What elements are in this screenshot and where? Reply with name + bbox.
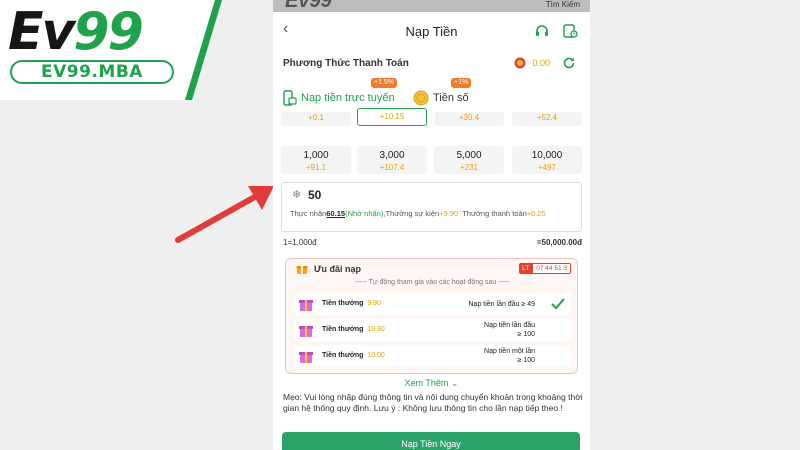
gold-coin-icon [413,90,429,106]
logo-domain: EV99.MBA [10,60,174,84]
brand-logo-area: Ev99 EV99.MBA [0,0,230,100]
amount-option[interactable]: 10,000 +497 [512,146,582,174]
reward-row: Tiền thưởng 19.90 Nạp tiền lần đầu ≥ 100 [294,319,571,341]
promo-countdown: LT 07 44 51 3 [519,263,571,274]
phone-icon [283,90,297,106]
countdown-flag: LT [519,263,533,274]
tab-digital-badge: +1% [451,78,472,88]
see-more-link[interactable]: Xem Thêm ⌄ [273,378,590,389]
deposit-sheet: ‹ Nạp Tiền Phương Thức Thanh Toán 0.00 +… [273,12,590,450]
countdown-value: 07 44 51 3 [532,263,571,274]
tab-digital-label: Tiền số [433,92,469,104]
red-pointer-arrow [175,186,274,243]
deposit-promo-panel: Ưu đãi nạp LT 07 44 51 3 ----- Tự động t… [285,258,578,374]
gift-box-icon [299,352,313,363]
tab-online-badge: +1.5% [371,78,398,88]
amount-option-selected[interactable]: +10.15 [357,108,427,126]
history-icon[interactable] [562,23,578,39]
deposit-now-button[interactable]: Nạp Tiền Ngay [282,432,580,450]
converted-total: =50,000.00đ [536,238,582,247]
wallet-balance: 0.00 [532,58,550,68]
amount-option[interactable]: +30.4 [434,112,504,126]
reward-row: Tiền thưởng 10.00 Nạp tiền một lần ≥ 100 [294,345,571,367]
receive-summary: Thực nhận60.15(Nhớ nhận),Thưởng sự kiện+… [290,209,546,218]
gift-box-icon [299,326,313,337]
exchange-rate: 1=1,000đ [283,238,317,247]
payment-method-title: Phương Thức Thanh Toán [283,58,409,69]
check-icon [551,298,565,310]
tab-online-label: Nạp tiền trực tuyến [301,92,395,104]
chevron-down-icon: ⌄ [450,378,459,388]
refresh-icon[interactable] [562,56,576,70]
gift-box-icon [299,300,313,311]
coin-icon [514,57,526,69]
amount-option[interactable]: 5,000 +231 [434,146,504,174]
gift-icon [296,266,308,274]
logo-wordmark: Ev99 [8,2,144,62]
tab-online-deposit[interactable]: Nạp tiền trực tuyến [281,88,395,108]
amount-input-value: 50 [308,188,322,202]
amount-input[interactable]: ❄ 50 Thực nhận60.15(Nhớ nhận),Thưởng sự … [281,182,582,232]
amount-option[interactable]: +52.4 [512,112,582,126]
amount-option[interactable]: 3,000 +107.4 [357,146,427,174]
phone-screen: Ev99 Tìm Kiếm ‹ Nạp Tiền Phương Thức Tha… [273,0,590,450]
snowflake-icon: ❄ [292,189,302,201]
amount-option[interactable]: +0.1 [281,112,351,126]
reward-row: Tiền thưởng 9.90 Nạp tiền lần đầu ≥ 49 [294,293,571,315]
promo-title: Ưu đãi nạp [314,264,361,274]
headset-icon[interactable] [534,23,550,39]
promo-note: ----- Tự động tham gia vào các hoạt động… [355,279,510,286]
deposit-tip: Mẹo: Vui lòng nhập đúng thông tin và nội… [283,392,583,413]
background-status-strip: Ev99 Tìm Kiếm [273,0,590,12]
background-search-link: Tìm Kiếm [545,0,580,9]
tab-digital-currency[interactable]: Tiền số [413,88,469,108]
amount-option[interactable]: 1,000 +91.1 [281,146,351,174]
